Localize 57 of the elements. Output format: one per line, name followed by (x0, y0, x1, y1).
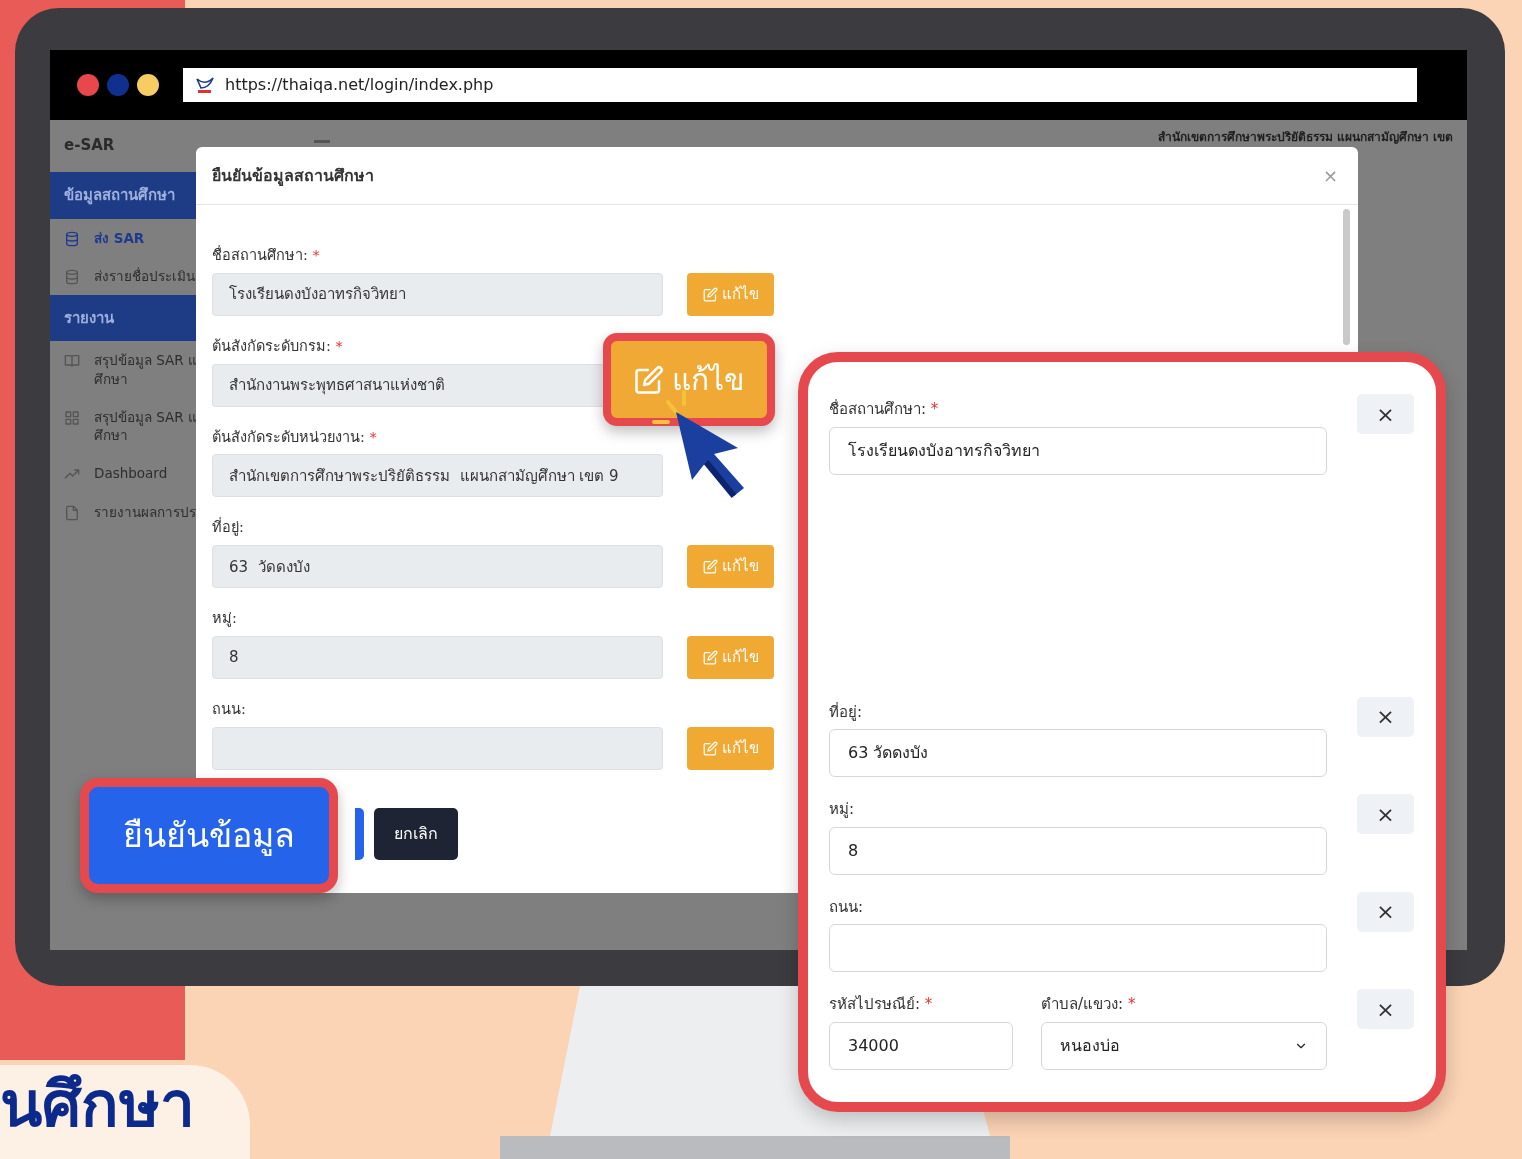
remove-button[interactable]: × (1357, 394, 1414, 434)
grid-icon (64, 409, 80, 426)
book-icon (64, 353, 80, 370)
brand-name: e-SAR (64, 135, 116, 156)
sidebar-item-label: Dashboard (94, 464, 168, 483)
input-field[interactable] (829, 924, 1328, 972)
field-label: ที่อยู่: (829, 701, 864, 723)
edit-icon (633, 364, 664, 395)
edit-icon (702, 740, 718, 756)
confirm-button[interactable]: ยืนยันข้อมูล (80, 778, 338, 893)
input-field[interactable]: 8 (829, 826, 1328, 875)
input-field[interactable] (212, 726, 663, 770)
field-label: ชื่อสถานศึกษา: * (212, 245, 321, 265)
edit-icon (702, 649, 718, 665)
field-label: ต้นสังกัดระดับหน่วยงาน: * (212, 427, 378, 447)
bird-logo-icon (195, 76, 215, 94)
field-label: ตำบล/แขวง: * (1041, 994, 1137, 1015)
sidebar-item-label: รายงานผลการปร (94, 502, 196, 521)
input-field[interactable]: สำนักเขตการศึกษาพระปริยัติธรรม แผนกสามัญศึกษา เขต 9 (212, 454, 663, 498)
header-title: สำนักเขตการศึกษาพระปริยัติธรรม แผนกสามัญศึกษา เขต (1157, 129, 1453, 146)
field-label: ถนน: (829, 896, 865, 918)
field-label: หมู่: (829, 799, 856, 820)
field-label: รหัสไปรษณีย์: * (829, 994, 934, 1015)
database-icon (64, 230, 80, 247)
menu-icon[interactable] (314, 140, 330, 143)
input-field[interactable]: โรงเรียนดงบังอาทรกิจวิทยา (829, 426, 1328, 475)
banner-title: นศึกษา (0, 1067, 195, 1143)
input-field[interactable]: สำนักงานพระพุทธศาสนาแห่งชาติ (212, 363, 603, 407)
confirm-button[interactable] (355, 807, 364, 860)
input-field[interactable]: โรงเรียนดงบังอาทรกิจวิทยา (212, 272, 663, 316)
sidebar-item-label: สรุปข้อมูล SAR แ (94, 407, 198, 427)
file-icon (64, 504, 80, 521)
field-label: หมู่: (212, 609, 238, 629)
edit-icon (702, 286, 718, 302)
url-text: https://thaiqa.net/login/index.php (225, 74, 494, 96)
field-label: ชื่อสถานศึกษา: * (829, 398, 940, 420)
sidebar-item-label: ส่ง SAR (94, 228, 145, 247)
field-label: ถนน: (212, 699, 247, 719)
sidebar-item-label: ศึกษา (94, 369, 129, 388)
database-icon (64, 268, 80, 285)
remove-button[interactable]: × (1357, 989, 1414, 1029)
remove-button[interactable]: × (1357, 794, 1414, 834)
sidebar-item-label: ส่งรายชื่อประเมิน (94, 266, 195, 285)
input-field[interactable]: 8 (212, 635, 663, 679)
input-field[interactable]: 63 วัดดงบัง (212, 545, 663, 588)
scrollbar[interactable] (1343, 209, 1350, 345)
dropdown-field[interactable]: หนองบ่อ (1041, 1021, 1328, 1070)
edit-icon (702, 559, 718, 574)
address-bar[interactable]: https://thaiqa.net/login/index.php (183, 68, 1417, 102)
sidebar-item-label: ศึกษา (94, 426, 129, 445)
input-field[interactable]: 63 วัดดงบัง (829, 729, 1328, 777)
cancel-button[interactable]: ยกเลิก (374, 807, 458, 860)
sidebar-item-label: สรุปข้อมูล SAR แ (94, 351, 198, 370)
remove-button[interactable]: × (1357, 696, 1414, 737)
field-label: ที่อยู่: (212, 517, 245, 538)
input-field[interactable]: 34000 (829, 1021, 1013, 1070)
remove-button[interactable]: × (1357, 891, 1414, 932)
